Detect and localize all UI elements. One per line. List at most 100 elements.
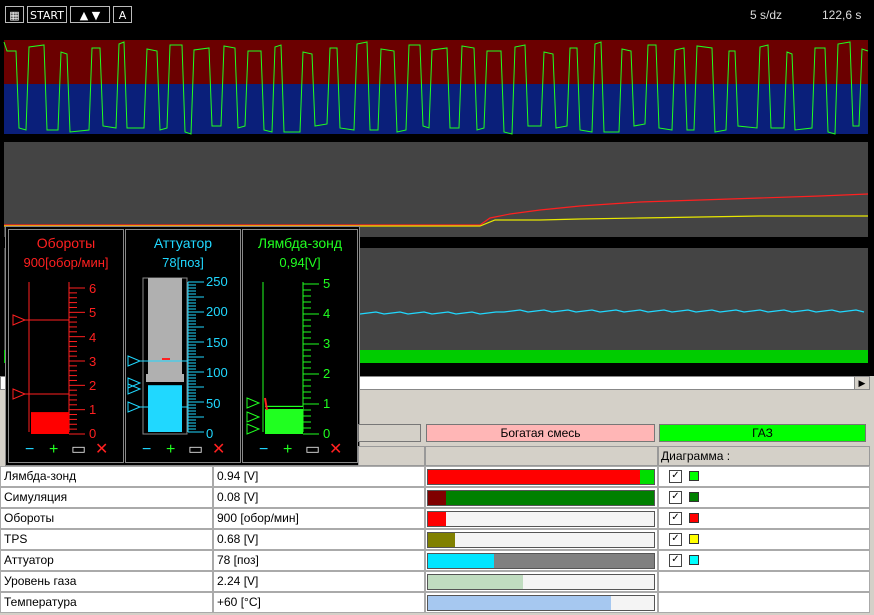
tick-label: 1 xyxy=(89,402,96,417)
marker-min-icon xyxy=(12,388,27,400)
diagram-color-swatch[interactable] xyxy=(689,513,699,523)
gauge-actuator-tick-labels: 250 200 150 100 50 0 xyxy=(206,274,228,441)
arrow-down-icon[interactable]: ▼ xyxy=(92,9,100,22)
param-name: Аттуатор xyxy=(0,550,213,571)
tick-label: 4 xyxy=(89,330,96,345)
time-total: 122,6 s xyxy=(822,8,862,22)
param-bar xyxy=(427,511,655,527)
auto-button[interactable]: A xyxy=(113,6,132,23)
gauge-lambda-value: 0,94[V] xyxy=(279,255,321,270)
param-value: +60 [°C] xyxy=(213,592,425,613)
marker-min-icon xyxy=(127,401,142,413)
marker-max-icon xyxy=(127,355,142,367)
table-row[interactable]: Аттуатор 78 [поз] ✓ xyxy=(0,550,870,571)
diagram-checkbox[interactable]: ✓ xyxy=(669,554,682,567)
diagram-color-swatch[interactable] xyxy=(689,555,699,565)
tick-label: 4 xyxy=(323,306,330,321)
start-button[interactable]: START xyxy=(27,6,67,23)
gauge-actuator-title: Аттуатор xyxy=(153,235,213,251)
table-row[interactable]: Температура +60 [°C] xyxy=(0,592,870,613)
param-value: 2.24 [V] xyxy=(213,571,425,592)
table-header: Диаграмма : xyxy=(0,446,870,466)
param-name: Симуляция xyxy=(0,487,213,508)
gauge-actuator-ticks xyxy=(188,281,204,433)
diagram-color-swatch[interactable] xyxy=(689,534,699,544)
gauge-lambda-ticks xyxy=(303,283,319,435)
scroll-right-arrow-icon[interactable]: ▶ xyxy=(854,377,869,389)
param-name: Лямбда-зонд xyxy=(0,466,213,487)
tick-label: 5 xyxy=(89,305,96,320)
tick-label: 2 xyxy=(89,378,96,393)
table-row[interactable]: Уровень газа 2.24 [V] xyxy=(0,571,870,592)
param-value: 78 [поз] xyxy=(213,550,425,571)
tick-label: 250 xyxy=(206,274,228,289)
gauge-revs-scale: 6 5 4 3 2 1 0 xyxy=(12,281,96,441)
param-bar xyxy=(427,595,655,611)
header-diagram: Диаграмма : xyxy=(658,446,870,466)
tick-label: 50 xyxy=(206,396,220,411)
gauge-actuator-rod xyxy=(148,278,182,378)
param-name: Обороты xyxy=(0,508,213,529)
param-bar-fill xyxy=(428,554,494,568)
gauge-revs-tick-labels: 6 5 4 3 2 1 0 xyxy=(89,281,96,441)
gauge-revs-ticks xyxy=(69,287,85,435)
diagram-checkbox[interactable]: ✓ xyxy=(669,533,682,546)
marker-max-icon xyxy=(12,314,27,326)
fuel-status: ГАЗ xyxy=(659,424,866,442)
tick-label: 3 xyxy=(323,336,330,351)
diagram-checkbox[interactable]: ✓ xyxy=(669,470,682,483)
table-row[interactable]: Лямбда-зонд 0.94 [V] ✓ xyxy=(0,466,870,487)
marker-max-icon xyxy=(246,397,261,409)
tick-label: 3 xyxy=(89,354,96,369)
param-bar xyxy=(427,553,655,569)
mixture-status: Богатая смесь xyxy=(426,424,655,442)
param-name: TPS xyxy=(0,529,213,550)
tick-label: 6 xyxy=(89,281,96,296)
param-bar xyxy=(427,574,655,590)
gauge-revs-value: 900[обор/мин] xyxy=(23,255,109,270)
table-row[interactable]: TPS 0.68 [V] ✓ xyxy=(0,529,870,550)
scale-up-down-buttons[interactable]: ▲ ▼ xyxy=(70,6,110,23)
diagram-color-swatch[interactable] xyxy=(689,471,699,481)
time-scale: 5 s/dz xyxy=(750,8,783,22)
param-bar xyxy=(427,469,655,485)
param-bar xyxy=(427,532,655,548)
gauge-revs-title: Обороты xyxy=(36,235,96,251)
channel-band-revs xyxy=(4,142,868,237)
tick-label: 1 xyxy=(323,396,330,411)
toolbar: ▦ START ▲ ▼ A 5 s/dz 122,6 s xyxy=(0,0,874,30)
tick-label: 200 xyxy=(206,304,228,319)
diagram-color-swatch[interactable] xyxy=(689,492,699,502)
param-bar xyxy=(427,490,655,506)
param-bar-fill xyxy=(428,491,447,505)
grid-icon[interactable]: ▦ xyxy=(5,6,24,23)
diagram-checkbox[interactable]: ✓ xyxy=(669,512,682,525)
arrow-up-icon[interactable]: ▲ xyxy=(80,9,88,22)
param-bar-fill xyxy=(428,596,612,610)
gauge-actuator-value: 78[поз] xyxy=(162,255,204,270)
status-row: Богатая смесь ГАЗ xyxy=(0,420,874,444)
param-bar-fill xyxy=(428,575,523,589)
param-diagram-cell xyxy=(658,571,870,592)
param-value: 0.94 [V] xyxy=(213,466,425,487)
gauge-lambda-title: Лямбда-зонд xyxy=(257,235,343,251)
header-value-cell xyxy=(358,446,425,466)
param-value: 900 [обор/мин] xyxy=(213,508,425,529)
table-row[interactable]: Обороты 900 [обор/мин] ✓ xyxy=(0,508,870,529)
tick-label: 5 xyxy=(323,276,330,291)
gauge-lambda-tick-labels: 5 4 3 2 1 0 xyxy=(323,276,330,441)
param-value: 0.68 [V] xyxy=(213,529,425,550)
param-diagram-cell xyxy=(658,592,870,613)
status-left-cell xyxy=(358,424,421,442)
header-bar-cell xyxy=(425,446,658,466)
diagram-checkbox[interactable]: ✓ xyxy=(669,491,682,504)
param-bar-fill xyxy=(428,470,641,484)
param-value: 0.08 [V] xyxy=(213,487,425,508)
param-bar-fill xyxy=(428,512,447,526)
gauge-actuator-scale: 250 200 150 100 50 0 xyxy=(127,274,228,441)
table-row[interactable]: Симуляция 0.08 [V] ✓ xyxy=(0,487,870,508)
gauge-actuator-piston xyxy=(146,374,184,382)
lambda-rich-band xyxy=(4,40,868,84)
gauge-lambda-scale: 5 4 3 2 1 0 xyxy=(246,276,330,441)
param-bar-fill xyxy=(428,533,456,547)
